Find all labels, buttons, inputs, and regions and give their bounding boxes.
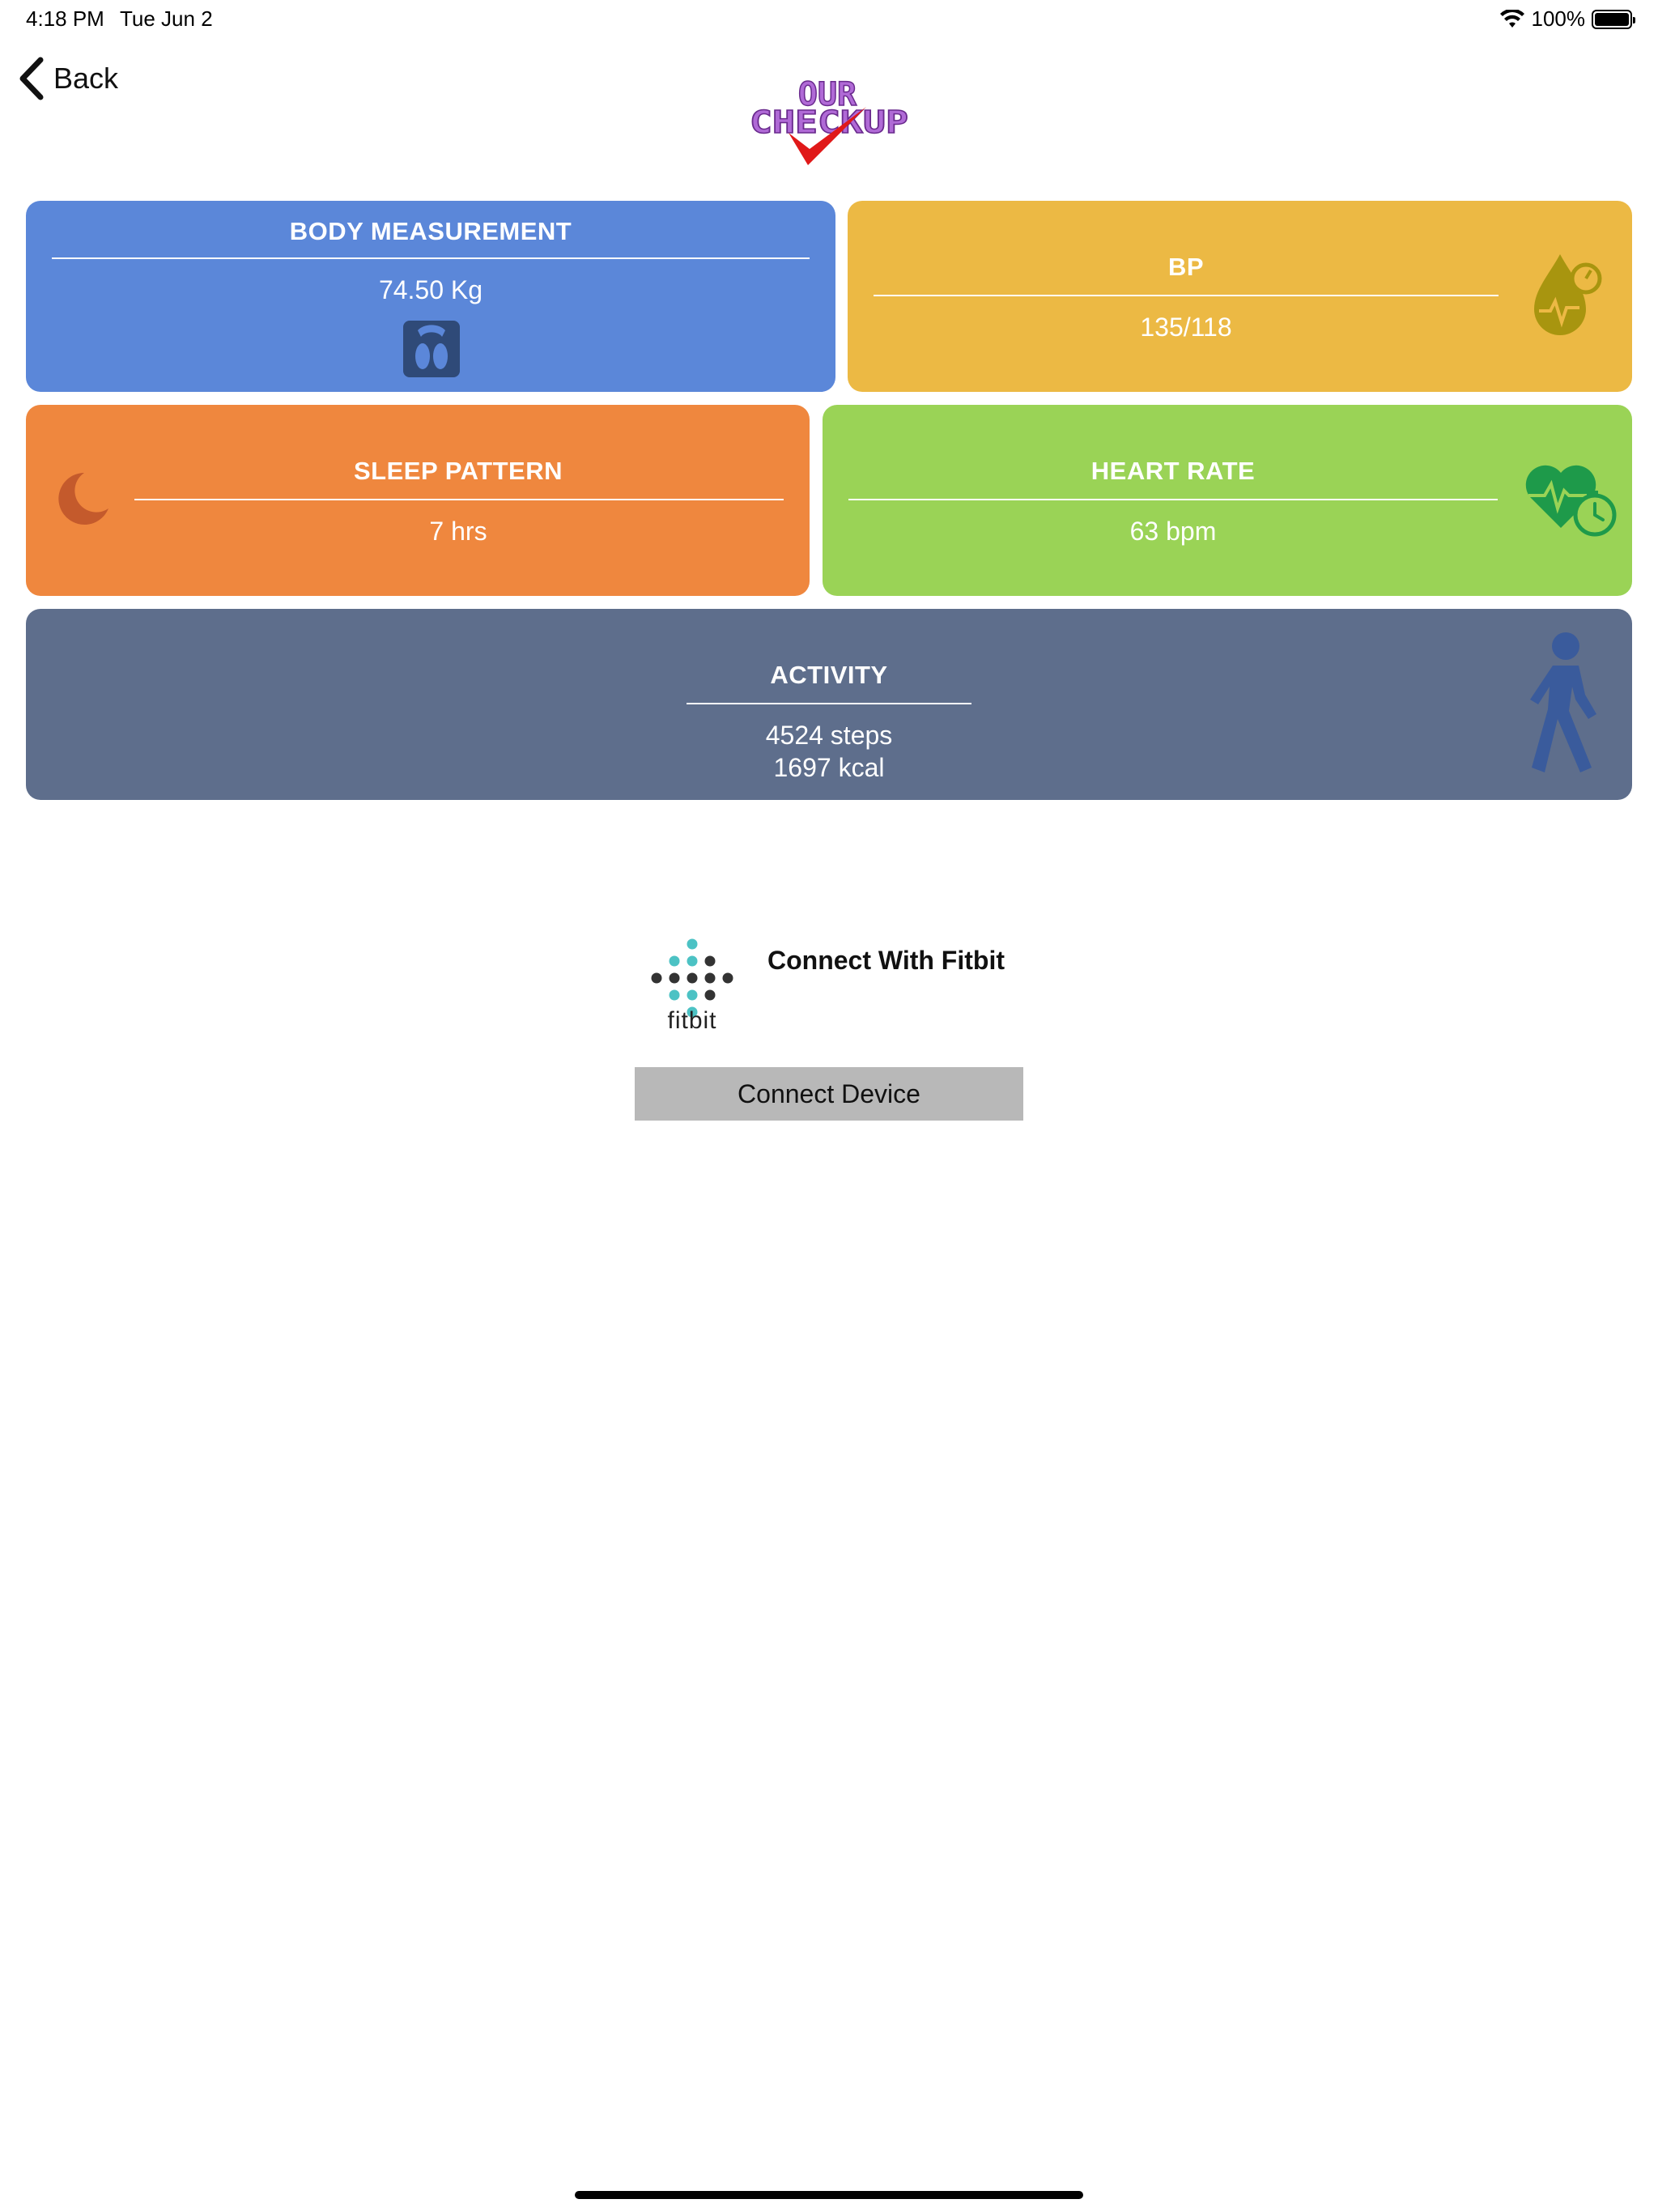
- app-logo: OUR CHECKUP: [749, 75, 909, 165]
- tile-value: 135/118: [1140, 313, 1232, 342]
- body-measurement-tile[interactable]: BODY MEASUREMENT 74.50 Kg: [26, 201, 835, 392]
- back-label: Back: [53, 62, 119, 95]
- connect-device-button[interactable]: Connect Device: [635, 1067, 1023, 1121]
- scale-icon: [403, 321, 460, 377]
- tile-title: BODY MEASUREMENT: [289, 217, 572, 245]
- tile-divider: [848, 499, 1498, 500]
- home-indicator[interactable]: [575, 2191, 1083, 2199]
- fitbit-brand-text: fitbit: [667, 1007, 717, 1034]
- tile-value: 74.50 Kg: [378, 275, 483, 304]
- tile-value: 63 bpm: [1129, 517, 1217, 546]
- status-time: 4:18 PM: [26, 6, 104, 31]
- tile-value: 7 hrs: [429, 517, 487, 546]
- tile-title: ACTIVITY: [770, 661, 888, 689]
- status-indicators: 100%: [1499, 6, 1635, 32]
- tile-divider: [687, 703, 971, 704]
- tile-value-kcal: 1697 kcal: [773, 753, 885, 782]
- tile-divider: [52, 257, 810, 259]
- chevron-left-icon: [19, 57, 44, 100]
- status-date: Tue Jun 2: [120, 6, 213, 31]
- wifi-icon: [1499, 9, 1524, 28]
- status-bar: 4:18 PM Tue Jun 2 100%: [0, 0, 1658, 37]
- moon-icon: [58, 473, 108, 525]
- tile-divider: [134, 499, 784, 500]
- screen: 4:18 PM Tue Jun 2 100% Back OUR CHECKUP …: [0, 0, 1658, 2212]
- connect-with-fitbit-label[interactable]: Connect With Fitbit: [767, 946, 1005, 976]
- back-button[interactable]: Back: [18, 57, 118, 100]
- heart-pulse-timer-icon: [1525, 465, 1617, 537]
- tile-value-steps: 4524 steps: [765, 721, 893, 750]
- heart-rate-tile[interactable]: HEART RATE 63 bpm: [823, 405, 1632, 596]
- battery-percent: 100%: [1531, 6, 1586, 31]
- bp-tile[interactable]: BP 135/118: [848, 201, 1632, 392]
- battery-icon: [1592, 9, 1635, 29]
- sleep-pattern-tile[interactable]: SLEEP PATTERN 7 hrs: [26, 405, 810, 596]
- blood-drop-gauge-icon: [1534, 254, 1602, 335]
- tile-title: SLEEP PATTERN: [354, 457, 563, 485]
- tile-title: BP: [1167, 253, 1205, 281]
- walking-person-icon: [1530, 632, 1596, 772]
- tile-title: HEART RATE: [1090, 457, 1256, 485]
- activity-tile[interactable]: ACTIVITY 4524 steps 1697 kcal: [26, 609, 1632, 800]
- tile-divider: [874, 295, 1499, 296]
